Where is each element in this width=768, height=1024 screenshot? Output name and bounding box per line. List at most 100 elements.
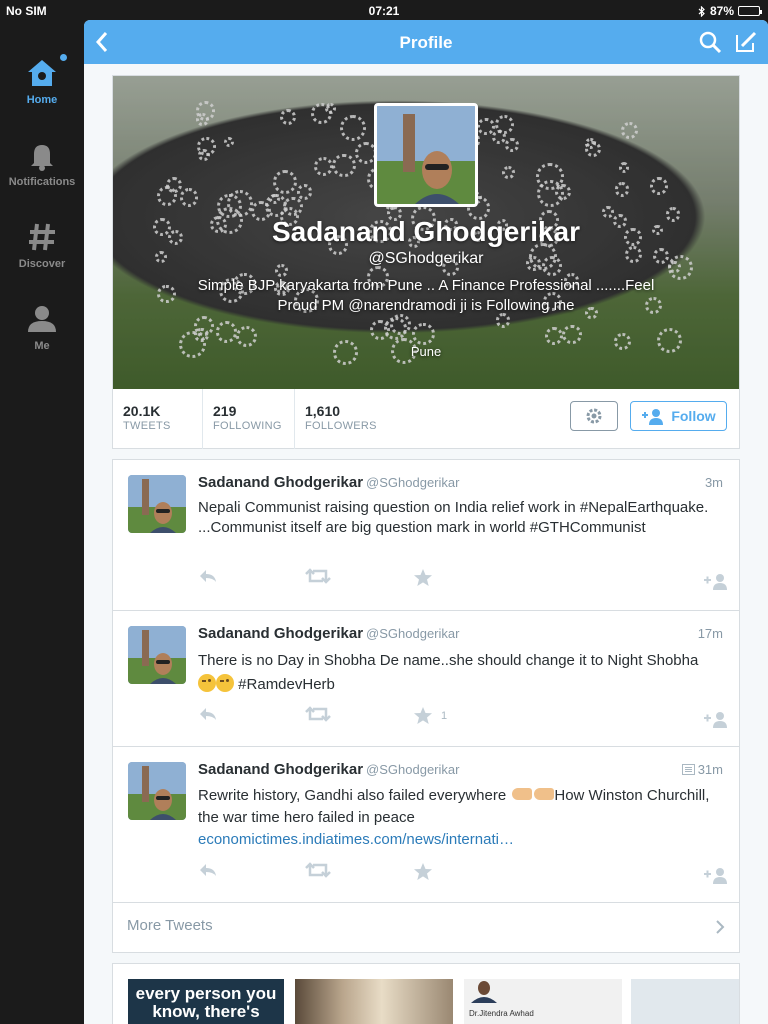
tweet-item[interactable]: Sadanand Ghodgerikar @SGhodgerikar 17m Th… [113, 611, 739, 747]
favorite-button[interactable]: 1 [413, 706, 447, 725]
compose-icon[interactable] [734, 29, 758, 55]
stat-label: FOLLOWERS [305, 420, 377, 432]
media-thumbnail[interactable] [631, 979, 739, 1024]
tweet-text: There is no Day in Shobha De name..she s… [198, 649, 718, 697]
tweet-item[interactable]: Sadanand Ghodgerikar @SGhodgerikar 3m Nep… [113, 460, 739, 611]
media-gallery: every person you know, there's Dr.Jitend… [112, 963, 740, 1024]
search-icon[interactable] [698, 30, 722, 54]
tweet-actions [198, 568, 728, 592]
tweet-timestamp: 31m [697, 762, 723, 777]
status-bar: No SIM 07:21 87% [0, 0, 768, 20]
tweet-timeline: Sadanand Ghodgerikar @SGhodgerikar 3m Nep… [112, 459, 740, 953]
winking-face-emoji [198, 674, 216, 692]
sidebar-item-discover[interactable]: Discover [0, 220, 84, 270]
clock: 07:21 [368, 4, 400, 18]
reply-button[interactable] [198, 862, 218, 878]
tweet-header: Sadanand Ghodgerikar @SGhodgerikar [198, 761, 459, 778]
add-user-icon [704, 868, 727, 884]
media-thumbnail-text: Dr.Jitendra Awhad [469, 1009, 534, 1018]
follow-author-button[interactable] [703, 572, 729, 590]
pointing-hand-emoji [512, 788, 533, 800]
tweet-timestamp: 3m [704, 475, 723, 490]
add-user-icon [704, 574, 727, 590]
tweet-timestamp-wrap: 31m [681, 762, 723, 777]
tweet-actions [198, 862, 728, 886]
stat-following[interactable]: 219 FOLLOWING [203, 389, 295, 449]
reply-button[interactable] [198, 568, 218, 584]
gear-decoration [619, 162, 630, 173]
stat-followers[interactable]: 1,610 FOLLOWERS [295, 389, 395, 449]
gear-decoration [194, 327, 209, 342]
profile-bio: Simple BJP karyakarta from Pune .. A Fin… [197, 277, 655, 314]
page-title: Profile [399, 33, 453, 52]
gear-decoration [339, 115, 366, 142]
gear-decoration [215, 320, 238, 343]
winking-face-emoji [216, 674, 234, 692]
tweet-avatar[interactable] [128, 475, 186, 533]
gear-icon [586, 408, 602, 424]
settings-button[interactable] [570, 401, 618, 431]
reply-icon [200, 570, 216, 582]
retweet-button[interactable] [305, 568, 331, 584]
more-tweets-link[interactable]: More Tweets [113, 902, 739, 952]
tweet-author-name[interactable]: Sadanand Ghodgerikar [198, 474, 363, 491]
battery-status: 87% [698, 4, 762, 18]
gear-decoration [614, 182, 630, 197]
media-thumbnail[interactable]: every person you know, there's [128, 979, 284, 1024]
summary-card-icon [681, 764, 695, 775]
stat-value: 20.1K [123, 403, 161, 419]
home-icon [28, 60, 56, 86]
avatar-photo [128, 626, 186, 684]
sidebar: Home Notifications Discover Me [0, 20, 84, 1024]
battery-icon [738, 6, 762, 16]
follow-label: Follow [671, 408, 716, 424]
retweet-button[interactable] [305, 862, 331, 878]
hashtag-icon [29, 223, 55, 251]
tweet-text-part: There is no Day in Shobha De name..she s… [198, 652, 699, 669]
tweet-text: Nepali Communist raising question on Ind… [198, 499, 709, 536]
stat-value: 1,610 [305, 403, 341, 419]
follow-author-button[interactable] [703, 710, 729, 728]
gear-decoration [324, 102, 336, 114]
more-tweets-label: More Tweets [127, 917, 213, 934]
profile-card: Sadanand Ghodgerikar @SGhodgerikar Simpl… [112, 75, 740, 449]
profile-avatar[interactable] [374, 103, 478, 207]
main-panel: Profile Sadanand Ghodgerikar @SGhodgerik… [84, 20, 768, 1024]
profile-name: Sadanand Ghodgerikar [271, 216, 581, 247]
media-thumbnail[interactable]: Dr.Jitendra Awhad [464, 979, 622, 1024]
profile-stats: 20.1K TWEETS 219 FOLLOWING 1,610 FOLLOWE… [113, 389, 739, 449]
gear-decoration [649, 177, 668, 196]
favorite-button[interactable] [413, 862, 441, 881]
tweet-avatar[interactable] [128, 762, 186, 820]
bluetooth-icon [698, 5, 705, 17]
sidebar-item-notifications[interactable]: Notifications [0, 138, 84, 188]
follow-author-button[interactable] [703, 866, 729, 884]
avatar-photo [128, 475, 186, 533]
stat-tweets[interactable]: 20.1K TWEETS [113, 389, 203, 449]
favorite-button[interactable] [413, 568, 441, 587]
reply-button[interactable] [198, 706, 218, 722]
gear-decoration [272, 170, 297, 195]
stat-value: 219 [213, 403, 237, 419]
sidebar-item-label: Notifications [8, 176, 76, 188]
tweet-item[interactable]: Sadanand Ghodgerikar @SGhodgerikar 31m Re… [113, 747, 739, 903]
follow-button[interactable]: Follow [630, 401, 727, 431]
add-user-icon [704, 712, 727, 728]
tweet-author-name[interactable]: Sadanand Ghodgerikar [198, 761, 363, 778]
avatar-photo [128, 762, 186, 820]
sidebar-item-label: Discover [18, 258, 66, 270]
tweet-author-name[interactable]: Sadanand Ghodgerikar [198, 625, 363, 642]
thumbnail-person-photo [471, 981, 497, 1003]
retweet-button[interactable] [305, 706, 331, 722]
gear-decoration [283, 196, 303, 216]
sidebar-item-me[interactable]: Me [0, 302, 84, 352]
tweet-avatar[interactable] [128, 626, 186, 684]
media-thumbnail[interactable] [295, 979, 453, 1024]
sidebar-item-home[interactable]: Home [0, 54, 84, 106]
tweet-author-handle: @SGhodgerikar [366, 626, 460, 641]
gear-decoration [279, 108, 297, 126]
gear-decoration [332, 153, 356, 178]
avatar-photo [377, 106, 475, 204]
tweet-link[interactable]: economictimes.indiatimes.com/news/intern… [198, 831, 514, 848]
stat-label: TWEETS [123, 420, 171, 432]
